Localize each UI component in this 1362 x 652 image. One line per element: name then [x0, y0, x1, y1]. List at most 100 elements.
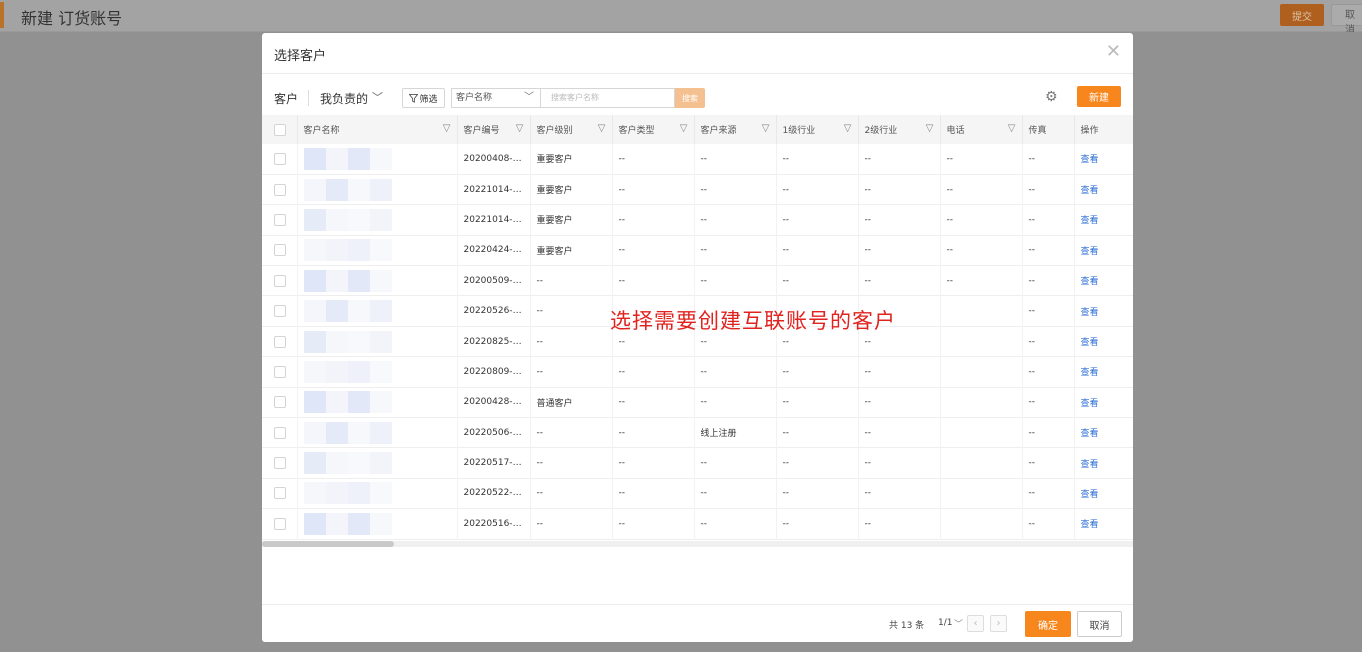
row-select-cell[interactable]	[262, 144, 298, 175]
table-row[interactable]: 20220516-00... -- -- -- -- -- -- 查看	[262, 508, 1133, 540]
row-select-cell[interactable]	[262, 265, 298, 296]
filter-icon[interactable]: ▽	[844, 123, 852, 134]
col-header: 1级行业 ▽	[776, 115, 859, 144]
table-row[interactable]: 20220517-00... -- -- -- -- -- -- 查看	[262, 447, 1133, 479]
view-link[interactable]: 查看	[1074, 356, 1133, 388]
page-indicator[interactable]: 1/1	[938, 618, 952, 628]
cell-type: --	[612, 447, 695, 479]
row-checkbox[interactable]	[274, 487, 286, 500]
view-link[interactable]: 查看	[1074, 417, 1133, 448]
table-row[interactable]: 20220809-00... -- -- -- -- -- -- 查看	[262, 356, 1133, 388]
cell-source: 线上注册	[694, 417, 777, 448]
row-checkbox[interactable]	[274, 305, 286, 318]
filter-icon[interactable]: ▽	[516, 123, 524, 134]
col-header: 客户编号 ▽	[457, 115, 531, 144]
search-input[interactable]: 搜索客户名称	[540, 88, 675, 108]
row-select-cell[interactable]	[262, 508, 298, 540]
table-row[interactable]: 20220522-00... -- -- -- -- -- -- 查看	[262, 478, 1133, 509]
row-checkbox[interactable]	[274, 152, 286, 165]
col-header: 2级行业 ▽	[858, 115, 941, 144]
select-all-cell[interactable]	[262, 115, 298, 144]
scope-dropdown[interactable]: 我负责的	[320, 90, 368, 107]
filter-icon[interactable]: ▽	[598, 123, 606, 134]
row-checkbox[interactable]	[274, 426, 286, 439]
horizontal-scrollbar[interactable]	[262, 541, 1133, 547]
cell-fax: --	[1022, 265, 1075, 296]
dialog-toolbar: 客户 我负责的 ﹀ 筛选 客户名称 ﹀ 搜索客户名称 搜索 ⚙ 新建	[262, 86, 1133, 110]
row-select-cell[interactable]	[262, 204, 298, 236]
table-row[interactable]: 20220424-00... 重要客户 -- -- -- -- -- -- 查看	[262, 235, 1133, 266]
row-checkbox[interactable]	[274, 457, 286, 470]
view-link[interactable]: 查看	[1074, 295, 1133, 327]
view-link[interactable]: 查看	[1074, 265, 1133, 296]
search-field-select[interactable]: 客户名称 ﹀	[451, 88, 540, 108]
dialog-cancel-button[interactable]: 取消	[1077, 611, 1122, 637]
filter-button[interactable]: 筛选	[402, 88, 445, 108]
view-link[interactable]: 查看	[1074, 174, 1133, 205]
filter-icon[interactable]: ▽	[443, 123, 451, 134]
close-icon[interactable]: ✕	[1106, 41, 1121, 62]
view-link[interactable]: 查看	[1074, 478, 1133, 509]
row-checkbox[interactable]	[274, 274, 286, 287]
chevron-down-icon[interactable]: ﹀	[372, 89, 383, 105]
customer-name-redacted	[297, 295, 458, 327]
row-select-cell[interactable]	[262, 387, 298, 418]
table-row[interactable]: 20221014-00... 重要客户 -- -- -- -- -- -- 查看	[262, 174, 1133, 205]
row-checkbox[interactable]	[274, 365, 286, 378]
row-select-cell[interactable]	[262, 417, 298, 448]
select-all-checkbox[interactable]	[274, 123, 286, 136]
view-link[interactable]: 查看	[1074, 204, 1133, 236]
row-checkbox[interactable]	[274, 335, 286, 348]
table-row[interactable]: 20220506-00... -- -- 线上注册 -- -- -- 查看	[262, 417, 1133, 448]
row-select-cell[interactable]	[262, 478, 298, 509]
cell-type: --	[612, 387, 695, 418]
cell-ind2: --	[858, 447, 941, 479]
cell-ind2: --	[858, 387, 941, 418]
row-select-cell[interactable]	[262, 295, 298, 327]
view-link[interactable]: 查看	[1074, 326, 1133, 357]
page-cancel-button[interactable]: 取消	[1331, 4, 1362, 36]
customer-name-redacted	[297, 235, 458, 266]
view-link[interactable]: 查看	[1074, 447, 1133, 479]
table-row[interactable]: 20200509-00... -- -- -- -- -- -- -- 查看	[262, 265, 1133, 296]
row-select-cell[interactable]	[262, 235, 298, 266]
cell-level: 重要客户	[530, 204, 613, 236]
row-select-cell[interactable]	[262, 174, 298, 205]
new-customer-button[interactable]: 新建	[1077, 86, 1121, 107]
filter-icon[interactable]: ▽	[1008, 123, 1016, 134]
row-checkbox[interactable]	[274, 396, 286, 409]
table-row[interactable]: 20221014-00... 重要客户 -- -- -- -- -- -- 查看	[262, 204, 1133, 236]
filter-icon[interactable]: ▽	[926, 123, 934, 134]
submit-button[interactable]: 提交	[1280, 4, 1324, 26]
row-select-cell[interactable]	[262, 326, 298, 357]
row-checkbox[interactable]	[274, 244, 286, 257]
cell-level: 普通客户	[530, 387, 613, 418]
view-link[interactable]: 查看	[1074, 144, 1133, 175]
col-header: 电话 ▽	[940, 115, 1023, 144]
chevron-down-icon[interactable]: ﹀	[954, 617, 963, 630]
table-row[interactable]: 20200408-00... 重要客户 -- -- -- -- -- -- 查看	[262, 144, 1133, 175]
cell-ind2: --	[858, 174, 941, 205]
row-checkbox[interactable]	[274, 213, 286, 226]
table-row[interactable]: 20200428-00... 普通客户 -- -- -- -- -- 查看	[262, 387, 1133, 418]
search-button[interactable]: 搜索	[675, 88, 705, 108]
cell-ind2: --	[858, 204, 941, 236]
row-select-cell[interactable]	[262, 447, 298, 479]
row-checkbox[interactable]	[274, 517, 286, 530]
cell-level: 重要客户	[530, 174, 613, 205]
view-link[interactable]: 查看	[1074, 235, 1133, 266]
row-select-cell[interactable]	[262, 356, 298, 388]
view-link[interactable]: 查看	[1074, 508, 1133, 540]
row-checkbox[interactable]	[274, 183, 286, 196]
confirm-button[interactable]: 确定	[1025, 611, 1071, 637]
cell-ind1: --	[776, 356, 859, 388]
prev-page-button[interactable]: ‹	[967, 615, 984, 632]
filter-icon[interactable]: ▽	[680, 123, 688, 134]
gear-icon[interactable]: ⚙	[1045, 89, 1058, 105]
next-page-button[interactable]: ›	[990, 615, 1007, 632]
scrollbar-thumb[interactable]	[262, 541, 394, 547]
header-accent-bar	[0, 2, 4, 28]
cell-phone: --	[940, 204, 1023, 236]
view-link[interactable]: 查看	[1074, 387, 1133, 418]
filter-icon[interactable]: ▽	[762, 123, 770, 134]
